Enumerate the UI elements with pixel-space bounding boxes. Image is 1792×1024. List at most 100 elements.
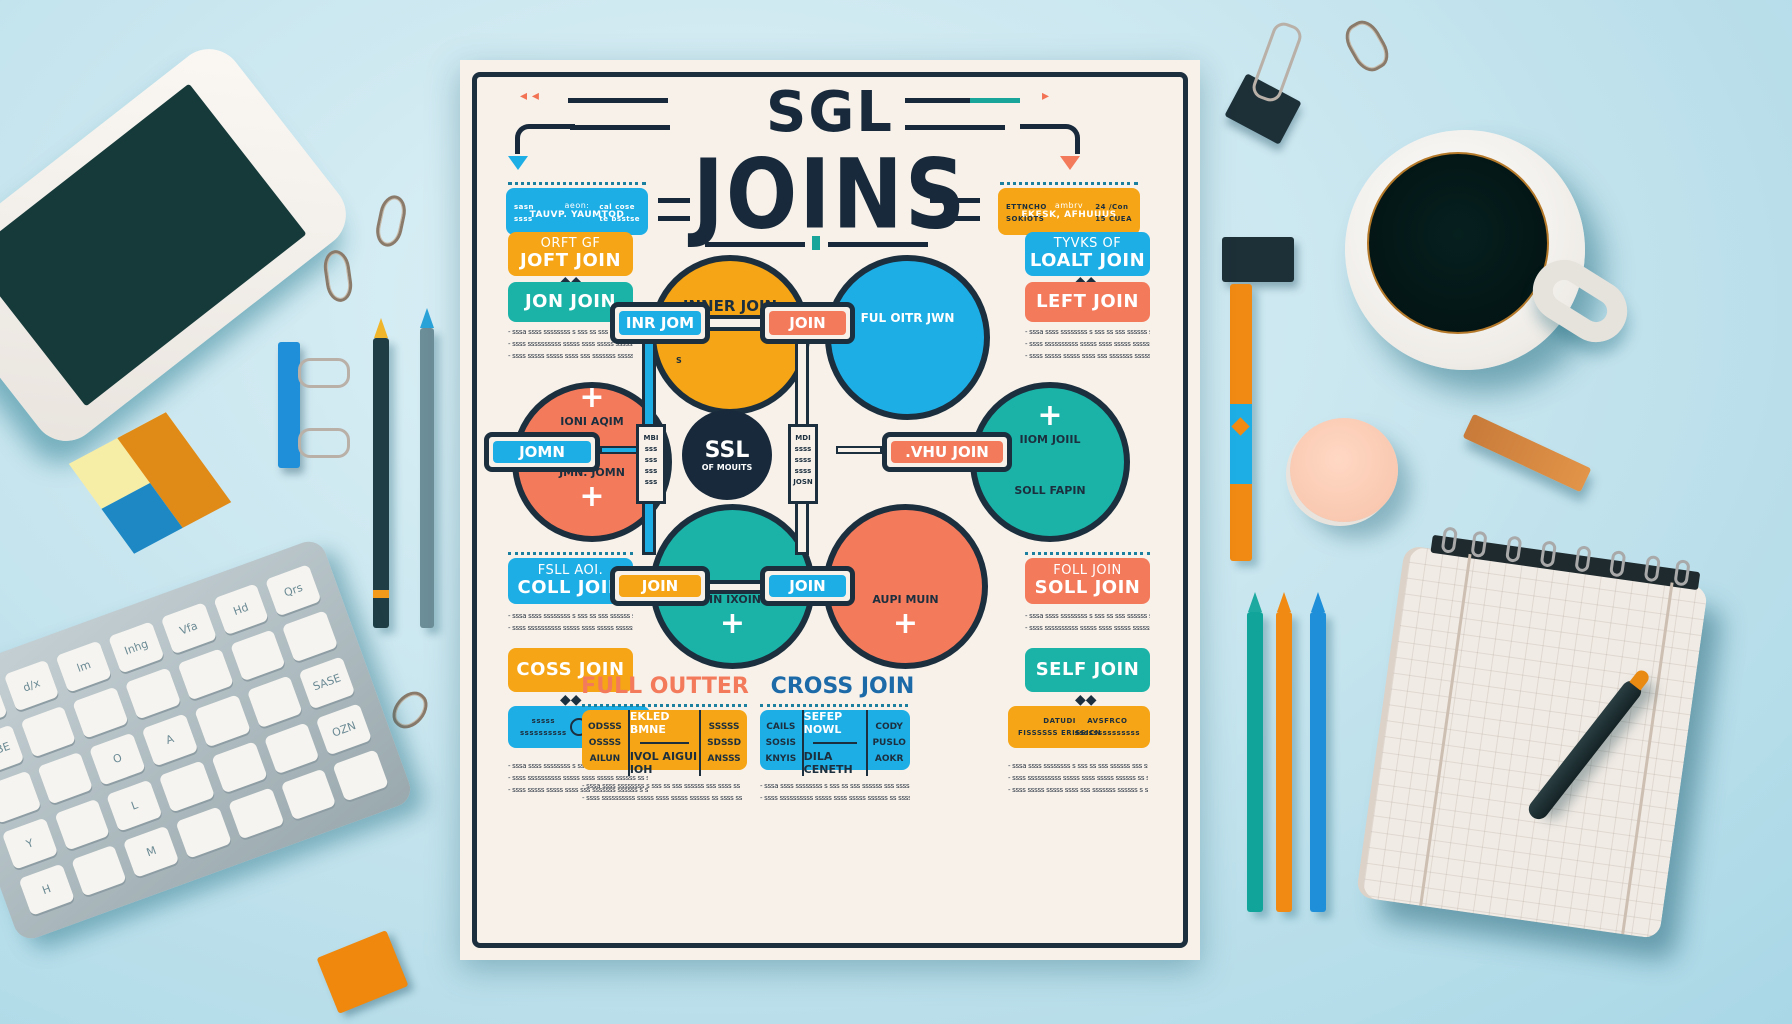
text-line: - sssa ssss ssssssss s sss ss sss ssssss…	[1008, 762, 1148, 770]
text-line: - sssa ssss ssssssss s sss ss sss ssssss…	[1025, 612, 1150, 620]
pencil-tip	[1311, 592, 1325, 612]
box-title: LEFT JOIN	[1036, 291, 1139, 313]
join-label-box: TYVKS OF LOALT JOIN	[1025, 232, 1150, 276]
horizontal-arrow	[600, 446, 638, 454]
paperclip-icon	[1339, 14, 1395, 78]
pill-label: JOIN	[769, 575, 846, 597]
keyboard-key	[227, 787, 285, 840]
full-outer-table: ODSSS OSSSS AILUN EKLED BMNE IVOL AIGUI …	[582, 710, 747, 776]
divider	[813, 742, 857, 744]
join-pill: JOIN	[760, 566, 855, 606]
pencil-blue	[1310, 612, 1326, 912]
circle-title: IONI AQIM	[560, 415, 624, 428]
text-line: - ssss ssssssssss sssss ssss sssss sssss…	[508, 624, 633, 632]
cross-join-table: CAILS SOSIS KNYIS SEFEP NOWL DILA CENETH…	[760, 710, 910, 776]
text-line: - ssss ssssssssss sssss ssss sssss sssss…	[760, 794, 910, 802]
text-line: - ssss ssssssssss sssss ssss sssss sssss…	[582, 794, 743, 802]
orange-clip	[1462, 413, 1592, 493]
keyboard-key	[280, 768, 337, 821]
panel-text: ssssssssssssss	[1074, 729, 1140, 737]
paperclip-icon	[321, 248, 355, 304]
body-text: - sssa ssss ssssssss s sss ss sss ssssss…	[1025, 326, 1150, 362]
mini-panel-text: ssss	[794, 467, 812, 475]
keyboard-key	[177, 648, 234, 701]
text-line: - sssa ssss ssssssss s sss ss sss ssssss…	[582, 782, 740, 790]
title-rule	[930, 198, 980, 203]
keyboard-key	[229, 629, 287, 682]
circle-title: AUPI MUIN	[872, 592, 939, 606]
body-text: - sssa ssss ssssssss s sss ss sss ssssss…	[1025, 610, 1150, 634]
table-cell: IVOL AIGUI IOH	[629, 750, 698, 776]
header-info-box-left: sasn ssss aeon: TAUVP. YAUMTOD cal cose …	[506, 188, 648, 235]
pill-label: JOMN	[493, 441, 591, 463]
circle-title: FUL OITR JWN	[860, 310, 955, 325]
mini-panel-text: JOSN	[793, 478, 813, 486]
binder-clip-wire	[298, 358, 350, 388]
paperclip-icon	[372, 192, 410, 250]
mini-panel-left: MBI sss sss sss sss	[636, 424, 666, 504]
keyboard-key: Inhg	[108, 621, 165, 674]
title-rule	[705, 242, 805, 247]
join-label-box: LEFT JOIN	[1025, 282, 1150, 322]
keyboard-key: A	[141, 713, 199, 767]
keyboard-key	[194, 694, 251, 748]
box-title: COLL JOIN	[517, 577, 624, 599]
keyboard-key: d/x	[3, 659, 60, 712]
table-cell: ODSSS	[588, 722, 622, 732]
box-text: ssss	[514, 215, 533, 223]
keyboard-key: Hd	[212, 583, 270, 636]
table-col: ODSSS OSSSS AILUN	[582, 710, 628, 776]
keyboard-key: M	[123, 825, 180, 878]
binder-clip-wire	[298, 428, 350, 458]
join-pill: .VHU JOIN	[882, 432, 1012, 472]
keyboard-key	[124, 667, 182, 720]
table-cell: AILUN	[589, 754, 621, 764]
table-cell: SSSSS	[708, 722, 740, 732]
phone-screen	[0, 83, 307, 407]
hub-title: SSL	[704, 438, 750, 463]
keyboard-key: L	[106, 779, 163, 832]
box-text: te bsstse	[599, 215, 640, 223]
circle-subtitle: SOLL FAPIN	[1014, 483, 1086, 497]
table-cell: KNYIS	[765, 754, 797, 764]
keyboard-key: OZN	[315, 702, 373, 756]
pill-label: JOIN	[769, 311, 846, 335]
table-cell: CODY	[875, 722, 903, 732]
keyboard-key	[37, 751, 94, 805]
panel-text: AVSFRCO	[1087, 717, 1128, 725]
table-cell: SDSSD	[707, 738, 742, 748]
text-line: - ssss sssss sssss ssss sss sssssss ssss…	[1025, 352, 1150, 360]
binder-clip-wire	[1249, 19, 1305, 105]
table-col: SSSSS SDSSD ANSSS	[701, 710, 747, 776]
keyboard-key	[53, 798, 111, 851]
black-binder-clip	[1222, 237, 1294, 282]
info-panel-right: DATUDI FISSSSSS ERISSICN AVSFRCO sssssss…	[1008, 706, 1150, 748]
body-text: - sssa ssss ssssssss s sss ss sss ssssss…	[582, 780, 747, 804]
panel-text: ssssssssss	[520, 729, 567, 737]
panel-text: sssss	[531, 717, 555, 725]
table-col: EKLED BMNE IVOL AIGUI IOH	[627, 710, 702, 776]
text-line: - sssa ssss ssssssss s sss ss sss ssssss…	[508, 612, 633, 620]
keyboard-key: Y	[1, 817, 58, 870]
table-cell: SOSIS	[765, 738, 797, 748]
center-hub: SSL OF MOUITS	[682, 410, 772, 500]
body-text: - sssa ssss ssssssss s sss ss sss ssssss…	[508, 610, 633, 634]
text-line: - ssss ssssssssss sssss ssss sssss sssss…	[1008, 774, 1148, 782]
text-line: - sssa ssss ssssssss s sss ss sss ssssss…	[1025, 328, 1150, 336]
mini-panel-text: sss	[644, 467, 658, 475]
coffee	[1367, 152, 1549, 334]
table-cell: DILA CENETH	[803, 750, 853, 776]
pencil-tip	[1277, 592, 1291, 612]
keyboard-key	[263, 721, 320, 775]
dotted-divider	[1025, 552, 1150, 555]
keyboard-key	[0, 770, 42, 824]
keyboard-key	[282, 610, 339, 663]
join-pill: JOIN	[610, 566, 710, 606]
table-col: SEFEP NOWL DILA CENETH	[801, 710, 869, 776]
table-cell: PUSLO	[872, 738, 906, 748]
eraser-block	[68, 412, 232, 554]
poster-title-line1: SGL	[766, 80, 894, 145]
text-line: - ssss ssssssssss sssss ssss sssss sssss…	[1025, 340, 1150, 348]
dotted-divider	[582, 704, 747, 707]
pill-label: INR JOM	[619, 311, 701, 335]
